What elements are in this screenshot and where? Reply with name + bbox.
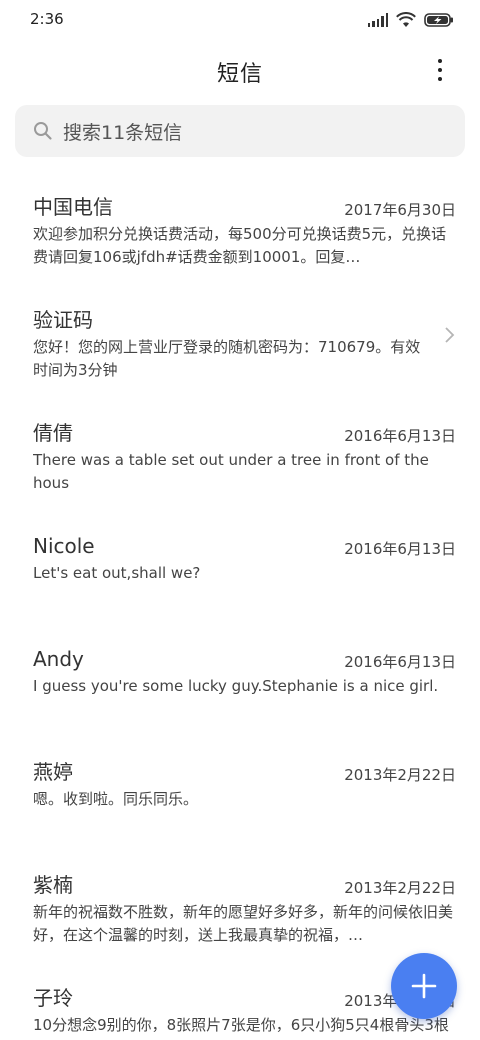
- sender-name: 验证码: [33, 308, 93, 332]
- message-preview: There was a table set out under a tree i…: [33, 451, 429, 492]
- messages-screen: 2:36 短信 搜索11条短信 中国电信 2017年6月30日 欢迎参加积分兑换…: [0, 0, 480, 1040]
- message-date: 2013年2月22日: [344, 766, 456, 784]
- signal-icon: [368, 13, 389, 27]
- status-time: 2:36: [30, 10, 64, 28]
- page-title: 短信: [216, 62, 263, 87]
- message-date: 2017年6月30日: [344, 201, 456, 219]
- conversation-item[interactable]: 中国电信 2017年6月30日 欢迎参加积分兑换话费活动，每500分可兑换话费5…: [0, 165, 480, 278]
- plus-icon: [411, 973, 437, 999]
- new-message-button[interactable]: [391, 953, 457, 1019]
- message-date: 2016年6月13日: [344, 427, 456, 445]
- conversation-item[interactable]: Nicole 2016年6月13日 Let's eat out,shall we…: [0, 504, 480, 617]
- message-date: 2016年6月13日: [344, 653, 456, 671]
- message-list: 中国电信 2017年6月30日 欢迎参加积分兑换话费活动，每500分可兑换话费5…: [0, 165, 480, 1040]
- message-preview: Let's eat out,shall we?: [33, 564, 201, 582]
- chevron-right-icon: [445, 327, 455, 343]
- message-date: 2016年6月13日: [344, 540, 456, 558]
- message-preview: 新年的祝福数不胜数，新年的愿望好多好多，新年的问候依旧美好，在这个温馨的时刻，送…: [33, 903, 454, 944]
- search-icon: [34, 122, 52, 140]
- search-placeholder: 搜索11条短信: [63, 121, 183, 144]
- message-preview: 嗯。收到啦。同乐同乐。: [33, 790, 199, 808]
- conversation-item[interactable]: 倩倩 2016年6月13日 There was a table set out …: [0, 391, 480, 504]
- message-preview: 10分想念9别的你，8张照片7张是你，6只小狗5只4根骨头3根归你，2爪着地1定…: [33, 1016, 449, 1040]
- message-preview: I guess you're some lucky guy.Stephanie …: [33, 677, 439, 695]
- message-preview: 欢迎参加积分兑换话费活动，每500分可兑换话费5元，兑换话费请回复106或jfd…: [33, 225, 447, 266]
- title-bar: 短信: [0, 40, 480, 102]
- more-options-icon[interactable]: [426, 56, 454, 84]
- conversation-item[interactable]: 燕婷 2013年2月22日 嗯。收到啦。同乐同乐。: [0, 730, 480, 843]
- conversation-item[interactable]: 验证码 您好！您的网上营业厅登录的随机密码为：710679。有效时间为3分钟: [0, 278, 480, 391]
- message-preview: 您好！您的网上营业厅登录的随机密码为：710679。有效时间为3分钟: [33, 338, 421, 379]
- status-bar: 2:36: [0, 0, 480, 40]
- conversation-item[interactable]: 紫楠 2013年2月22日 新年的祝福数不胜数，新年的愿望好多好多，新年的问候依…: [0, 843, 480, 956]
- conversation-item[interactable]: Andy 2016年6月13日 I guess you're some luck…: [0, 617, 480, 730]
- message-date: 2013年2月22日: [344, 879, 456, 897]
- search-input[interactable]: 搜索11条短信: [15, 105, 465, 157]
- battery-charging-icon: [424, 12, 454, 28]
- wifi-icon: [396, 12, 416, 28]
- status-icons: [368, 10, 454, 30]
